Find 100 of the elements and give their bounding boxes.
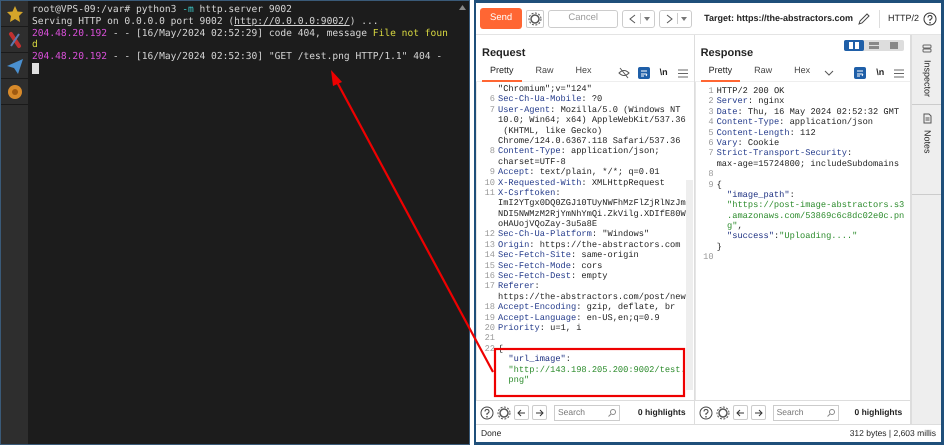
code-line: X-Requested-With: XMLHttpRequest (498, 178, 665, 188)
newline-toggle[interactable]: \n (660, 66, 668, 80)
code-line: User-Agent: Mozilla/5.0 (Windows NT (498, 104, 680, 116)
code-line: "Chromium";v="124" (498, 84, 592, 94)
edit-icon[interactable] (856, 12, 871, 26)
line-number: 7 (488, 104, 496, 116)
menu-icon[interactable] (894, 68, 904, 78)
side-tab[interactable]: Inspector (920, 60, 934, 98)
code-line: Priority: u=1, i (498, 322, 582, 334)
wrap-icon[interactable] (638, 67, 650, 79)
terminal-line: root@VPS-09:/var# python3 -m http.server 9002 (32, 4, 292, 16)
highlights-count: 0 highlights (638, 406, 687, 419)
rows-icon[interactable] (869, 42, 880, 49)
view-tab[interactable]: Hex (786, 64, 818, 82)
caret-icon[interactable] (681, 16, 688, 20)
code-line: Sec-Fetch-Dest: empty (498, 271, 608, 282)
code-line: Sec-Ch-Ua-Mobile: ?0 (498, 94, 602, 105)
star-icon[interactable] (6, 4, 24, 22)
code-line: NDI5NWMzM2RjYmNhYmQi.ZkVilg.XDIfE80W (498, 208, 686, 220)
terminal-line: d (32, 39, 38, 52)
line-number: 17 (484, 281, 496, 292)
code-line: Sec-Ch-Ua-Platform: "Windows" (498, 229, 650, 240)
terminal-line: 204.48.20.192 - - [16/May/2024 02:52:30] "GET /test.png HTTP/1.1" 404 - (32, 51, 442, 63)
code-line: Sec-Fetch-Site: same-origin (498, 250, 639, 261)
next-button[interactable] (750, 405, 766, 420)
settings-icon[interactable] (497, 406, 511, 420)
code-line: https://the-abstractors.com/post/new (498, 292, 686, 302)
code-line: 10.0; Win64; x64) AppleWebKit/537.36 (498, 115, 686, 126)
code-line: Origin: https://the-abstractors.com (498, 240, 680, 250)
view-tab[interactable]: Hex (568, 64, 600, 82)
arrow-right-icon[interactable] (754, 408, 763, 416)
line-number: 20 (484, 322, 496, 334)
cursor (32, 62, 39, 74)
side-tab[interactable]: Notes (920, 130, 934, 154)
next-button[interactable] (532, 405, 547, 420)
line-number: 19 (484, 312, 496, 323)
code-line: .amazonaws.com/53869c6c8dc02e0c.pn (727, 210, 904, 222)
help-icon[interactable] (923, 12, 937, 26)
arrow-left-icon[interactable] (517, 408, 526, 416)
circle-icon[interactable] (6, 82, 24, 100)
chevron-right-icon[interactable] (664, 12, 674, 24)
code-line: HTTP/2 200 OK (716, 86, 784, 96)
layout-toggle[interactable] (844, 40, 864, 51)
search-field[interactable]: Search (554, 404, 620, 420)
view-tab[interactable]: Raw (746, 64, 780, 82)
code-line: g", (727, 221, 743, 232)
code-line: "https://post-image-abstractors.s3 (727, 200, 904, 211)
search-icon[interactable] (608, 408, 616, 416)
line-number: 6 (488, 94, 496, 105)
terminal-line: 204.48.20.192 - - [16/May/2024 02:52:29] code 404, message File not foun (32, 28, 448, 40)
pane-title: Request (482, 46, 526, 60)
menu-icon[interactable] (678, 68, 688, 78)
code-line: Server: nginx (716, 96, 784, 107)
help-icon[interactable] (480, 406, 494, 420)
forward-dropdown-button[interactable] (659, 10, 692, 28)
code-line: png" (508, 374, 530, 386)
help-icon[interactable] (698, 406, 713, 420)
previous-button[interactable] (514, 405, 529, 420)
view-tab[interactable]: Pretty (700, 64, 740, 82)
document-icon[interactable] (922, 113, 932, 124)
chevron-down-icon[interactable] (824, 69, 834, 77)
response-stats: 312 bytes | 2,603 millis (850, 427, 936, 440)
search-icon[interactable] (826, 408, 835, 416)
code-line: Content-Type: application/json; (498, 146, 660, 157)
previous-button[interactable] (732, 405, 748, 420)
line-number: 4 (707, 117, 715, 128)
hidden-icon[interactable] (618, 67, 630, 79)
target-label: Target: https://the-abstractors.com (704, 12, 853, 25)
newline-toggle[interactable]: \n (876, 66, 884, 80)
inspector-icon[interactable] (922, 43, 932, 54)
code-line: Date: Thu, 16 May 2024 02:52:32 GMT (716, 106, 900, 118)
arrow-left-icon[interactable] (736, 408, 745, 416)
line-number: 12 (484, 229, 496, 240)
status-text: Done (481, 427, 502, 440)
paper-plane-icon[interactable] (6, 56, 24, 74)
settings-button[interactable] (526, 10, 544, 28)
code-line: ImI2YTgx0DQ0ZGJ10TUyNWFhMzFlZjRlNzJm (498, 198, 686, 209)
line-number: 11 (484, 188, 496, 198)
code-line: oHAUojVQoZay-3u5a8E (498, 219, 598, 230)
code-line: Accept-Language: en-US,en;q=0.9 (498, 312, 660, 323)
code-line: Chrome/124.0.6367.118 Safari/537.36 (498, 136, 680, 146)
search-field[interactable]: Search (772, 404, 839, 420)
single-pane-icon[interactable] (889, 42, 900, 49)
line-number: 18 (484, 302, 496, 313)
code-line: "http://143.198.205.200:9002/test. (508, 364, 686, 375)
line-number: 9 (707, 180, 715, 190)
back-dropdown-button[interactable] (622, 10, 656, 28)
line-number: 3 (707, 106, 715, 118)
wrap-icon[interactable] (854, 67, 866, 79)
settings-icon[interactable] (716, 406, 730, 420)
chevron-left-icon[interactable] (627, 12, 638, 24)
caret-icon[interactable] (644, 16, 650, 20)
arrow-right-icon[interactable] (535, 408, 544, 416)
protocol-label: HTTP/2 (888, 12, 919, 25)
code-line: Strict-Transport-Security: (716, 148, 852, 159)
view-tab[interactable]: Raw (528, 64, 562, 82)
columns-icon[interactable] (849, 42, 860, 49)
code-line: Accept-Encoding: gzip, deflate, br (498, 302, 676, 313)
view-tab[interactable]: Pretty (482, 64, 522, 82)
scroll-up-icon[interactable] (459, 5, 466, 10)
